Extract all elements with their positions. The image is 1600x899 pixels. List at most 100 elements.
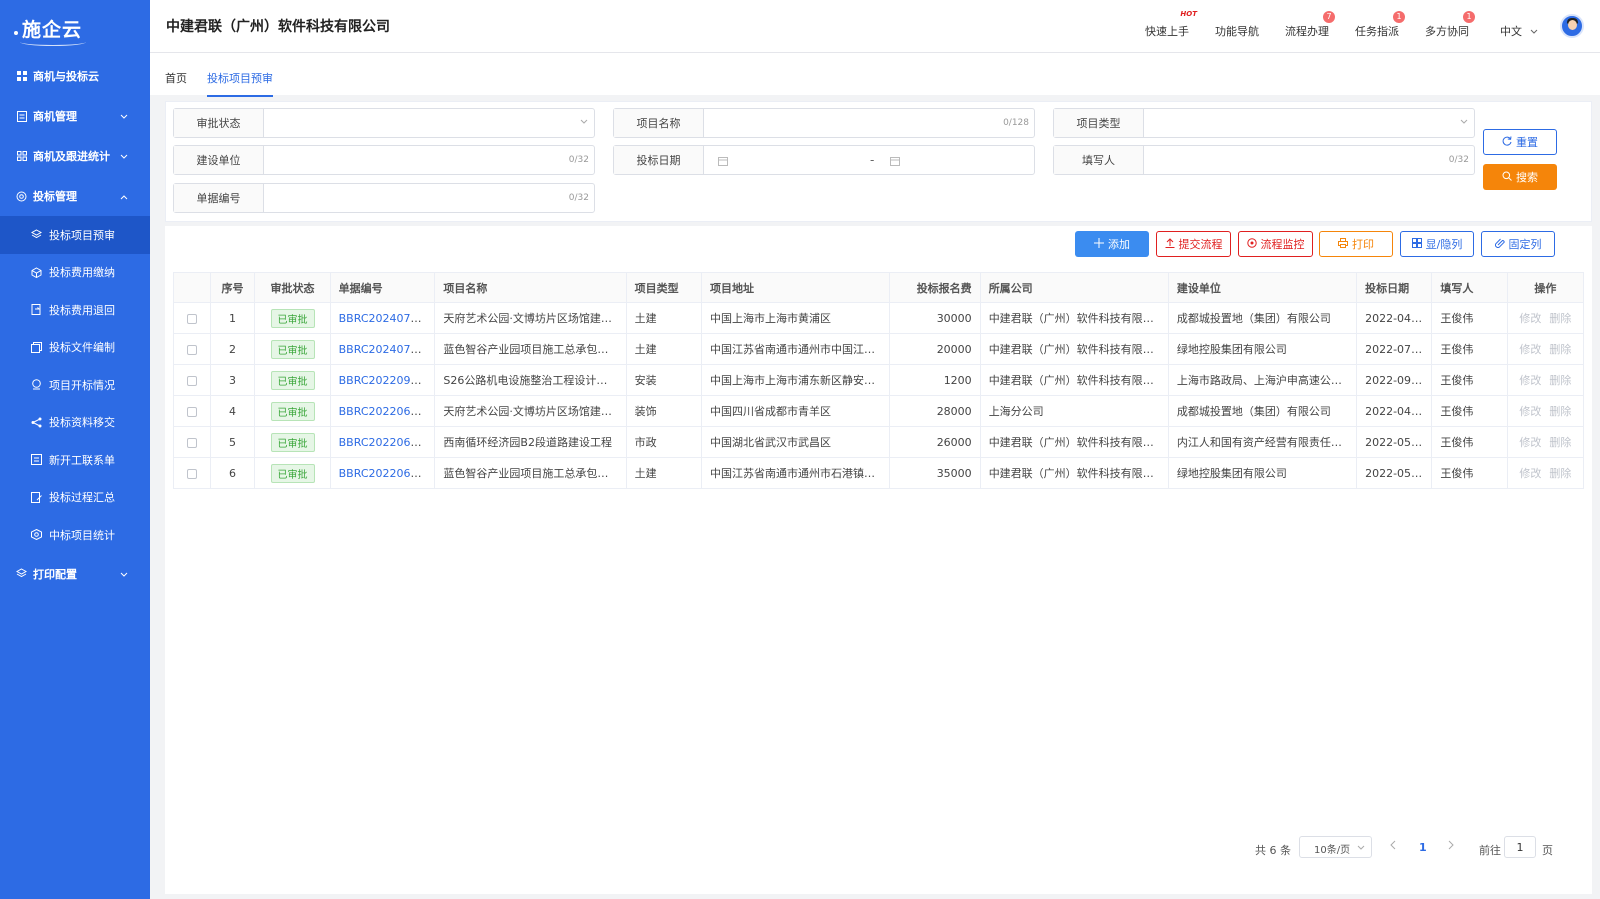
row-checkbox[interactable] bbox=[186, 437, 197, 448]
doc-no-field[interactable]: 单据编号 0/32 bbox=[173, 183, 595, 213]
row-fee: 28000 bbox=[889, 395, 981, 427]
construction-unit-field[interactable]: 建设单位 0/32 bbox=[173, 145, 595, 175]
sidebar-subitem-process-summary[interactable]: 投标过程汇总 bbox=[0, 479, 150, 517]
approval-status-field[interactable]: 审批状态 bbox=[173, 108, 595, 138]
row-checkbox[interactable] bbox=[186, 344, 197, 355]
prev-page-icon[interactable] bbox=[1389, 839, 1397, 853]
collab-link[interactable]: 多方协同 1 bbox=[1425, 11, 1475, 39]
add-button[interactable]: 添加 bbox=[1075, 231, 1149, 257]
sidebar-subitem-winning-stats[interactable]: 中标项目统计 bbox=[0, 516, 150, 554]
row-checkbox-cell[interactable] bbox=[173, 333, 211, 365]
row-fee: 30000 bbox=[889, 302, 981, 334]
print-button[interactable]: 打印 bbox=[1319, 231, 1393, 257]
sidebar-item-followup-stats[interactable]: 商机及跟进统计 bbox=[0, 136, 150, 176]
table-row[interactable]: 1 已审批 BBRC2024070283 天府艺术公园·文博坊片区场馆建设... 土建中… bbox=[173, 302, 1585, 334]
row-checkbox[interactable] bbox=[186, 406, 197, 417]
row-checkbox[interactable] bbox=[186, 375, 197, 386]
sidebar-item-bid-cloud[interactable]: 商机与投标云 bbox=[0, 56, 150, 96]
flow-monitor-button[interactable]: 流程监控 bbox=[1238, 231, 1313, 257]
table-row[interactable]: 4 已审批 BBRC2022060107 天府艺术公园·文博坊片区场馆建设... 装饰中… bbox=[173, 395, 1585, 427]
fix-column-button[interactable]: 固定列 bbox=[1481, 231, 1555, 257]
task-link[interactable]: 任务指派 1 bbox=[1355, 11, 1405, 39]
tab-home[interactable]: 首页 bbox=[165, 70, 187, 86]
row-no: 5 bbox=[209, 426, 256, 458]
row-code-cell[interactable]: BBRC2022060106 bbox=[329, 426, 436, 458]
next-page-icon[interactable] bbox=[1447, 839, 1455, 853]
project-type-field[interactable]: 项目类型 bbox=[1053, 108, 1475, 138]
sidebar-subitem-fee-payment[interactable]: 投标费用缴纳 bbox=[0, 254, 150, 292]
edit-link[interactable]: 修改 bbox=[1519, 374, 1541, 387]
sidebar-subitem-doc-transfer[interactable]: 投标资料移交 bbox=[0, 404, 150, 442]
doc-code-link[interactable]: BBRC2022090110 bbox=[339, 374, 434, 387]
submit-flow-label: 提交流程 bbox=[1178, 238, 1223, 251]
chevron-down-icon bbox=[580, 117, 588, 128]
doc-code-link[interactable]: BBRC2024070283 bbox=[339, 312, 434, 325]
show-hide-columns-button[interactable]: 显/隐列 bbox=[1400, 231, 1474, 257]
share-icon bbox=[31, 417, 42, 428]
page-unit: 页 bbox=[1542, 844, 1553, 857]
edit-link[interactable]: 修改 bbox=[1519, 467, 1541, 480]
delete-link[interactable]: 删除 bbox=[1549, 436, 1571, 449]
quick-start-label: 快速上手 bbox=[1145, 25, 1189, 38]
edit-link[interactable]: 修改 bbox=[1519, 343, 1541, 356]
doc-code-link[interactable]: BBRC2022060106 bbox=[339, 436, 434, 449]
edit-link[interactable]: 修改 bbox=[1519, 405, 1541, 418]
submit-flow-button[interactable]: 提交流程 bbox=[1156, 231, 1231, 257]
row-code-cell[interactable]: BBRC2022060107 bbox=[329, 395, 436, 427]
row-checkbox[interactable] bbox=[186, 468, 197, 479]
sidebar-subitem-fee-refund[interactable]: 投标费用退回 bbox=[0, 291, 150, 329]
project-name-field[interactable]: 项目名称 0/128 bbox=[613, 108, 1035, 138]
header-checkbox[interactable] bbox=[173, 272, 211, 303]
row-checkbox-cell[interactable] bbox=[173, 426, 211, 458]
row-code-cell[interactable]: BBRC2022060105 bbox=[329, 457, 436, 489]
sidebar-subitem-new-contact[interactable]: 新开工联系单 bbox=[0, 441, 150, 479]
edit-link[interactable]: 修改 bbox=[1519, 436, 1541, 449]
search-button[interactable]: 搜索 bbox=[1483, 164, 1557, 190]
edit-doc-icon bbox=[31, 491, 42, 503]
row-checkbox[interactable] bbox=[186, 313, 197, 324]
row-checkbox-cell[interactable] bbox=[173, 302, 211, 334]
goto-page-input[interactable]: 1 bbox=[1504, 836, 1536, 858]
delete-link[interactable]: 删除 bbox=[1549, 405, 1571, 418]
delete-link[interactable]: 删除 bbox=[1549, 374, 1571, 387]
sidebar-subitem-bid-prequal[interactable]: 投标项目预审 bbox=[0, 216, 150, 254]
row-code-cell[interactable]: BBRC2022090110 bbox=[329, 364, 436, 396]
function-nav-link[interactable]: 功能导航 bbox=[1215, 23, 1259, 39]
delete-link[interactable]: 删除 bbox=[1549, 312, 1571, 325]
row-checkbox-cell[interactable] bbox=[173, 395, 211, 427]
doc-code-link[interactable]: BBRC2022060105 bbox=[339, 467, 434, 480]
collab-badge: 1 bbox=[1463, 11, 1475, 23]
columns-icon bbox=[1411, 237, 1422, 251]
row-checkbox-cell[interactable] bbox=[173, 457, 211, 489]
row-addr: 中国上海市上海市浦东新区静安区... bbox=[700, 364, 891, 396]
avatar[interactable] bbox=[1560, 14, 1584, 38]
language-select[interactable]: 中文 bbox=[1500, 23, 1538, 39]
tab-bid-prequal[interactable]: 投标项目预审 bbox=[207, 70, 273, 97]
row-code-cell[interactable]: BBRC2024070282 bbox=[329, 333, 436, 365]
current-page[interactable]: 1 bbox=[1419, 841, 1427, 854]
bid-date-range[interactable]: 投标日期 - bbox=[613, 145, 1035, 175]
edit-link[interactable]: 修改 bbox=[1519, 312, 1541, 325]
sidebar-item-bid-management[interactable]: 投标管理 bbox=[0, 176, 150, 216]
row-code-cell[interactable]: BBRC2024070283 bbox=[329, 302, 436, 334]
filler-field[interactable]: 填写人 0/32 bbox=[1053, 145, 1475, 175]
row-checkbox-cell[interactable] bbox=[173, 364, 211, 396]
quick-start-link[interactable]: 快速上手 HOT bbox=[1145, 10, 1197, 39]
delete-link[interactable]: 删除 bbox=[1549, 467, 1571, 480]
delete-link[interactable]: 删除 bbox=[1549, 343, 1571, 356]
table-row[interactable]: 3 已审批 BBRC2022090110 S26公路机电设施整治工程设计施工... 安装… bbox=[173, 364, 1585, 396]
doc-code-link[interactable]: BBRC2022060107 bbox=[339, 405, 434, 418]
process-link[interactable]: 流程办理 7 bbox=[1285, 11, 1335, 39]
sidebar-item-print-config[interactable]: 打印配置 bbox=[0, 554, 150, 594]
chevron-down-icon bbox=[120, 150, 128, 163]
sidebar-subitem-bid-opening[interactable]: 项目开标情况 bbox=[0, 366, 150, 404]
reset-button[interactable]: 重置 bbox=[1483, 129, 1557, 155]
header-col: 序号 bbox=[209, 272, 256, 303]
table-row[interactable]: 6 已审批 BBRC2022060105 蓝色智谷产业园项目施工总承包工程 土建 中国江苏… bbox=[173, 457, 1585, 489]
sidebar-subitem-doc-compile[interactable]: 投标文件编制 bbox=[0, 329, 150, 367]
table-row[interactable]: 2 已审批 BBRC2024070282 蓝色智谷产业园项目施工总承包工... 土建 中国… bbox=[173, 333, 1585, 365]
page-size-select[interactable]: 10条/页 bbox=[1299, 836, 1372, 858]
sidebar-item-opportunity[interactable]: 商机管理 bbox=[0, 96, 150, 136]
table-row[interactable]: 5 已审批 BBRC2022060106 西南循环经济园B2段道路建设工程 市政 中国湖北… bbox=[173, 426, 1585, 458]
doc-code-link[interactable]: BBRC2024070282 bbox=[339, 343, 434, 356]
